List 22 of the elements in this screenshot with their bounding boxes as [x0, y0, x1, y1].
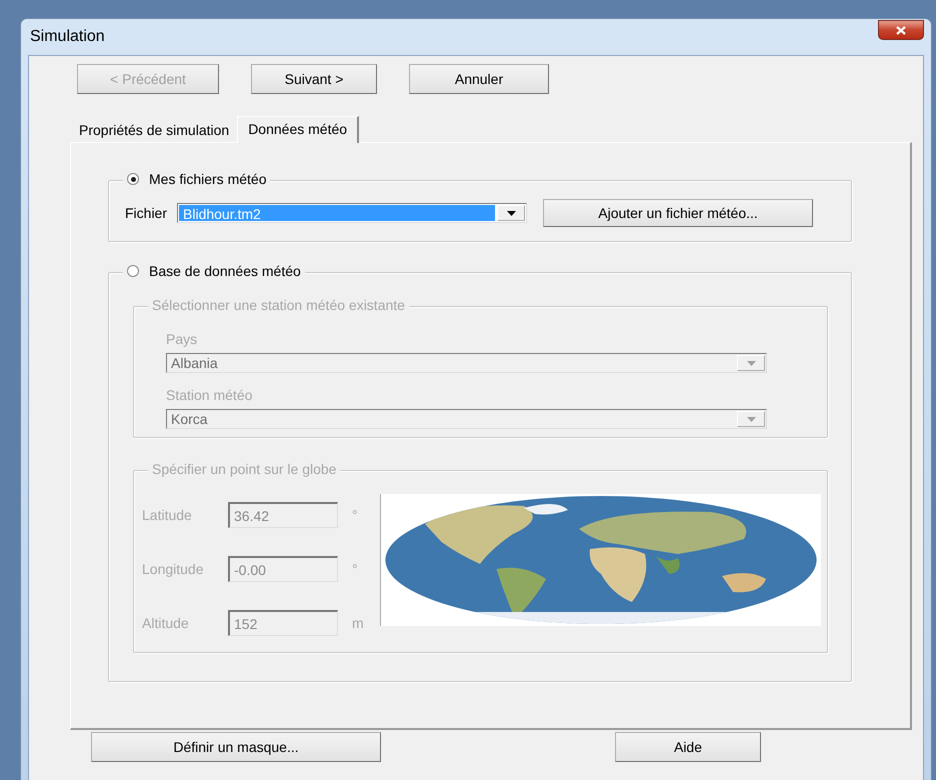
group-title: Spécifier un point sur le globe: [152, 461, 336, 477]
tab[interactable]: Données météo: [237, 116, 360, 143]
field-label: Pays: [166, 331, 198, 347]
group-title: Sélectionner une station météo existante: [152, 297, 405, 313]
field-label: Latitude: [142, 507, 193, 523]
footer-button[interactable]: Aide: [615, 732, 761, 762]
country-dropdown[interactable]: Albania: [166, 353, 767, 373]
radio-label: Mes fichiers météo: [149, 171, 266, 187]
unit-label: m: [352, 615, 365, 631]
field-label: Altitude: [142, 615, 190, 631]
window-title: Simulation: [29, 28, 105, 46]
nav-button[interactable]: Suivant >: [251, 64, 377, 94]
field-label: Longitude: [142, 561, 205, 577]
unit-label: °: [352, 561, 359, 577]
add-file-button[interactable]: Ajouter un fichier météo...: [543, 199, 814, 227]
station-dropdown[interactable]: Korca: [166, 409, 767, 429]
field-label: Fichier: [125, 205, 168, 221]
footer-button[interactable]: Définir un masque...: [91, 732, 381, 762]
field-label: Station météo: [166, 387, 254, 403]
radio-label: Base de données météo: [149, 263, 301, 279]
unit-label: °: [352, 507, 359, 523]
nav-button[interactable]: Annuler: [409, 64, 549, 94]
